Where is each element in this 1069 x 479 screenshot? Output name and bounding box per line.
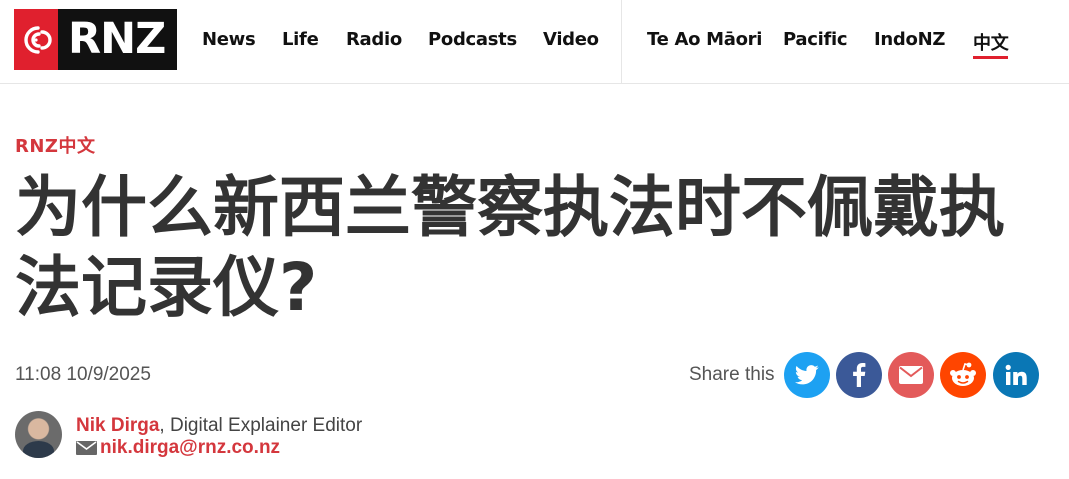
nav-link-pacific[interactable]: Pacific	[783, 29, 848, 50]
twitter-icon	[795, 365, 819, 385]
nav-item-te-ao-maori[interactable]: Te Ao Māori	[647, 29, 762, 50]
rnz-logo-text: RNZ	[58, 9, 177, 70]
nav-link-life[interactable]: Life	[282, 29, 319, 50]
email-icon	[899, 366, 923, 384]
nav-link-chinese[interactable]: 中文	[973, 29, 1009, 59]
radio-waves-icon	[24, 26, 52, 54]
author-role: , Digital Explainer Editor	[159, 415, 363, 436]
facebook-icon	[853, 363, 866, 387]
author-email-row: nik.dirga@rnz.co.nz	[76, 437, 280, 459]
nav-link-radio[interactable]: Radio	[346, 29, 402, 50]
author-avatar[interactable]	[15, 411, 62, 458]
top-navigation-bar: RNZ News Life Radio Podcasts Video Te Ao…	[0, 0, 1069, 84]
nav-item-indonz[interactable]: IndoNZ	[874, 29, 945, 50]
share-linkedin-button[interactable]	[993, 352, 1039, 398]
rnz-logo-mark	[14, 9, 58, 70]
nav-item-podcasts[interactable]: Podcasts	[428, 29, 517, 50]
author-email-link[interactable]: nik.dirga@rnz.co.nz	[100, 437, 280, 459]
nav-link-indonz[interactable]: IndoNZ	[874, 29, 945, 50]
nav-link-news[interactable]: News	[202, 29, 256, 50]
share-twitter-button[interactable]	[784, 352, 830, 398]
nav-divider	[621, 0, 622, 84]
nav-item-video[interactable]: Video	[543, 29, 599, 50]
section-kicker[interactable]: RNZ中文	[15, 132, 95, 158]
share-reddit-button[interactable]	[940, 352, 986, 398]
reddit-icon	[950, 362, 976, 386]
nav-link-te-ao-maori[interactable]: Te Ao Māori	[647, 29, 762, 50]
rnz-logo[interactable]: RNZ	[14, 9, 177, 70]
nav-link-video[interactable]: Video	[543, 29, 599, 50]
share-email-button[interactable]	[888, 352, 934, 398]
nav-item-chinese[interactable]: 中文	[973, 29, 1009, 59]
share-facebook-button[interactable]	[836, 352, 882, 398]
nav-link-podcasts[interactable]: Podcasts	[428, 29, 517, 50]
author-name-link[interactable]: Nik Dirga	[76, 415, 159, 436]
nav-item-news[interactable]: News	[202, 29, 256, 50]
linkedin-icon	[1005, 364, 1027, 385]
share-label: Share this	[689, 364, 775, 385]
article-headline: 为什么新西兰警察执法时不佩戴执法记录仪?	[15, 169, 1005, 326]
author-byline: Nik Dirga, Digital Explainer Editor	[76, 415, 362, 437]
nav-item-radio[interactable]: Radio	[346, 29, 402, 50]
article-timestamp: 11:08 10/9/2025	[15, 364, 151, 385]
nav-item-life[interactable]: Life	[282, 29, 319, 50]
nav-item-pacific[interactable]: Pacific	[783, 29, 848, 50]
envelope-icon	[76, 441, 97, 455]
